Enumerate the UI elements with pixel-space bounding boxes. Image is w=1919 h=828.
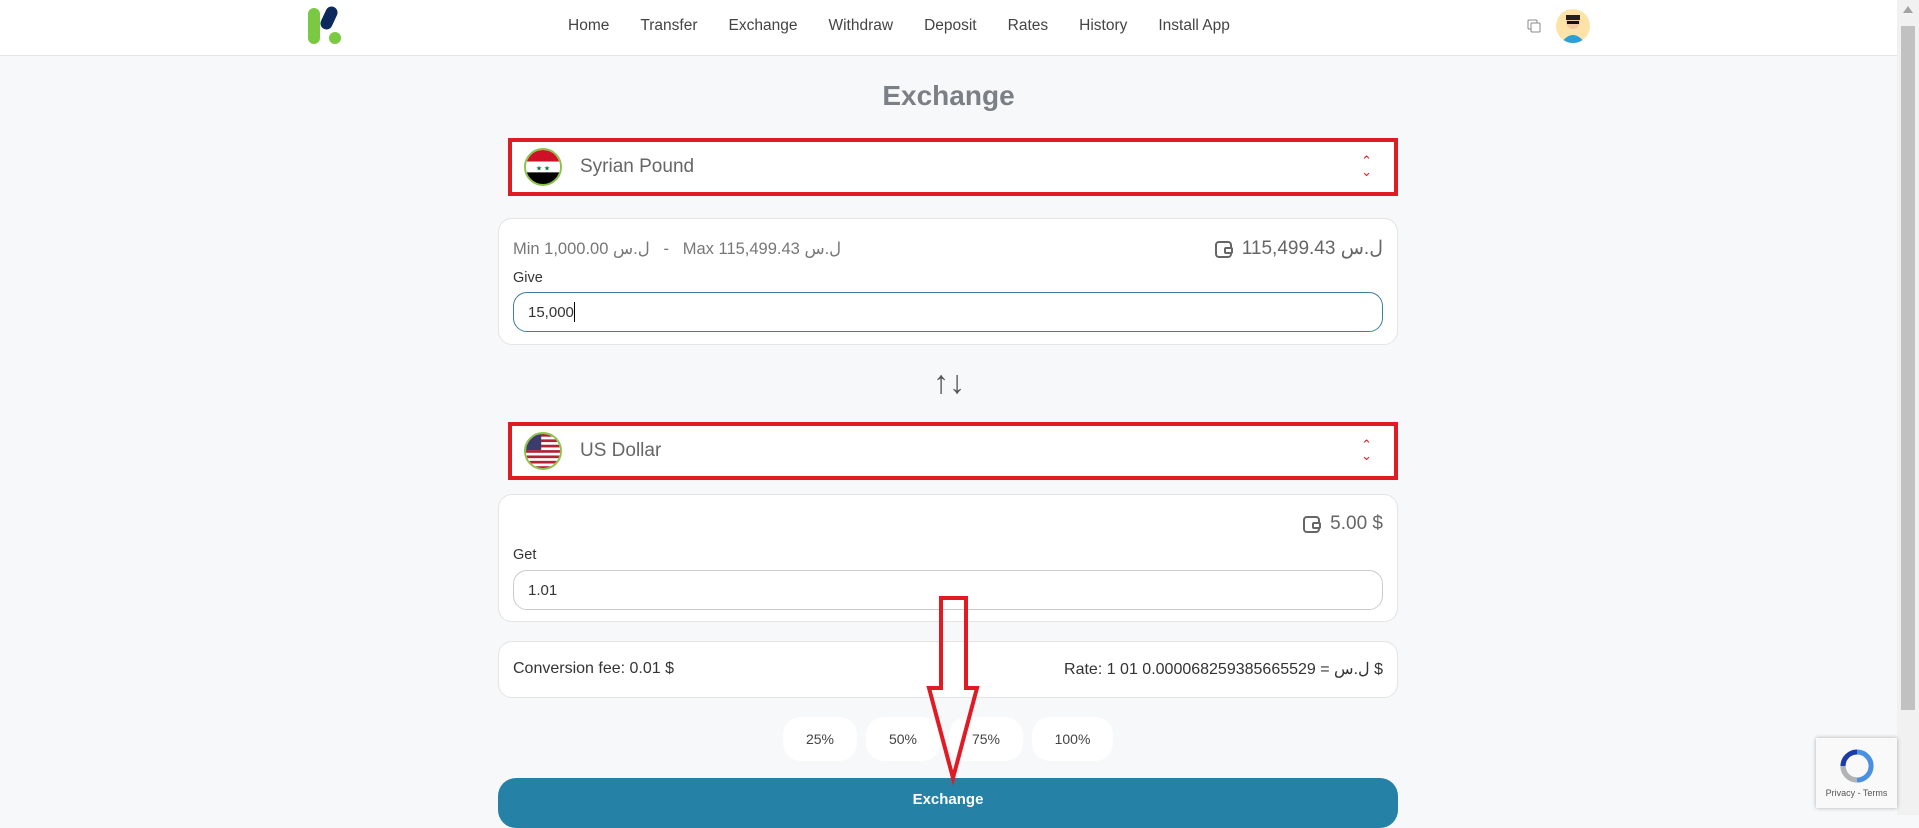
conversion-fee: Conversion fee: 0.01 $ bbox=[513, 660, 674, 677]
wallet-icon bbox=[1303, 516, 1322, 533]
recaptcha-links[interactable]: Privacy - Terms bbox=[1816, 788, 1897, 798]
from-balance: 115,499.43 ل.س bbox=[1241, 238, 1383, 259]
nav-exchange[interactable]: Exchange bbox=[729, 17, 798, 35]
get-amount-input[interactable]: 1.01 bbox=[513, 570, 1383, 610]
percent-25-button[interactable]: 25% bbox=[783, 717, 857, 761]
conversion-info-card: Conversion fee: 0.01 $ Rate: 1 ل.س = 0.0… bbox=[498, 641, 1398, 698]
chevron-up-down-icon: ⌃ ⌄ bbox=[1361, 153, 1372, 179]
percent-50-button[interactable]: 50% bbox=[866, 717, 940, 761]
page-title: Exchange bbox=[882, 80, 1015, 111]
percent-100-button[interactable]: 100% bbox=[1032, 717, 1113, 761]
syria-flag-icon: ★ ★ bbox=[524, 148, 562, 186]
nav-transfer[interactable]: Transfer bbox=[640, 17, 697, 35]
give-card: Min 1,000.00 ل.س - Max 115,499.43 ل.س 11… bbox=[498, 218, 1398, 345]
recaptcha-icon bbox=[1840, 749, 1874, 783]
user-avatar[interactable] bbox=[1556, 9, 1590, 43]
to-currency-select[interactable]: US Dollar ⌃ ⌄ bbox=[508, 422, 1398, 480]
scrollbar[interactable] bbox=[1897, 0, 1919, 815]
svg-text:★: ★ bbox=[544, 165, 550, 173]
swap-currencies-icon[interactable]: ↑↓ bbox=[933, 364, 965, 401]
main-nav: Home Transfer Exchange Withdraw Deposit … bbox=[568, 0, 1230, 52]
logo[interactable] bbox=[308, 6, 350, 46]
top-navbar: Home Transfer Exchange Withdraw Deposit … bbox=[0, 0, 1897, 56]
percent-75-button[interactable]: 75% bbox=[949, 717, 1023, 761]
usa-flag-icon bbox=[524, 432, 562, 470]
get-card: 5.00 $ Get 1.01 bbox=[498, 494, 1398, 622]
copy-icon[interactable] bbox=[1527, 19, 1541, 33]
wallet-icon bbox=[1214, 240, 1233, 258]
recaptcha-badge[interactable]: Privacy - Terms bbox=[1816, 738, 1897, 808]
get-label: Get bbox=[513, 547, 537, 563]
svg-text:★: ★ bbox=[536, 165, 542, 173]
nav-history[interactable]: History bbox=[1079, 17, 1127, 35]
chevron-up-down-icon: ⌃ ⌄ bbox=[1361, 437, 1372, 463]
to-currency-label: US Dollar bbox=[580, 440, 662, 461]
nav-install-app[interactable]: Install App bbox=[1158, 17, 1230, 35]
to-balance: 5.00 $ bbox=[1330, 513, 1383, 534]
nav-withdraw[interactable]: Withdraw bbox=[828, 17, 893, 35]
nav-home[interactable]: Home bbox=[568, 17, 609, 35]
nav-rates[interactable]: Rates bbox=[1008, 17, 1049, 35]
from-currency-select[interactable]: ★ ★ Syrian Pound ⌃ ⌄ bbox=[508, 138, 1398, 196]
nav-deposit[interactable]: Deposit bbox=[924, 17, 977, 35]
exchange-submit-button[interactable]: Exchange bbox=[498, 778, 1398, 828]
min-max-limits: Min 1,000.00 ل.س - Max 115,499.43 ل.س bbox=[513, 239, 842, 258]
exchange-rate: Rate: 1 ل.س = 0.000068259385665529 01 $ bbox=[1064, 661, 1383, 678]
from-currency-label: Syrian Pound bbox=[580, 156, 695, 177]
give-amount-input[interactable]: 15,000 bbox=[513, 292, 1383, 332]
give-label: Give bbox=[513, 270, 543, 286]
